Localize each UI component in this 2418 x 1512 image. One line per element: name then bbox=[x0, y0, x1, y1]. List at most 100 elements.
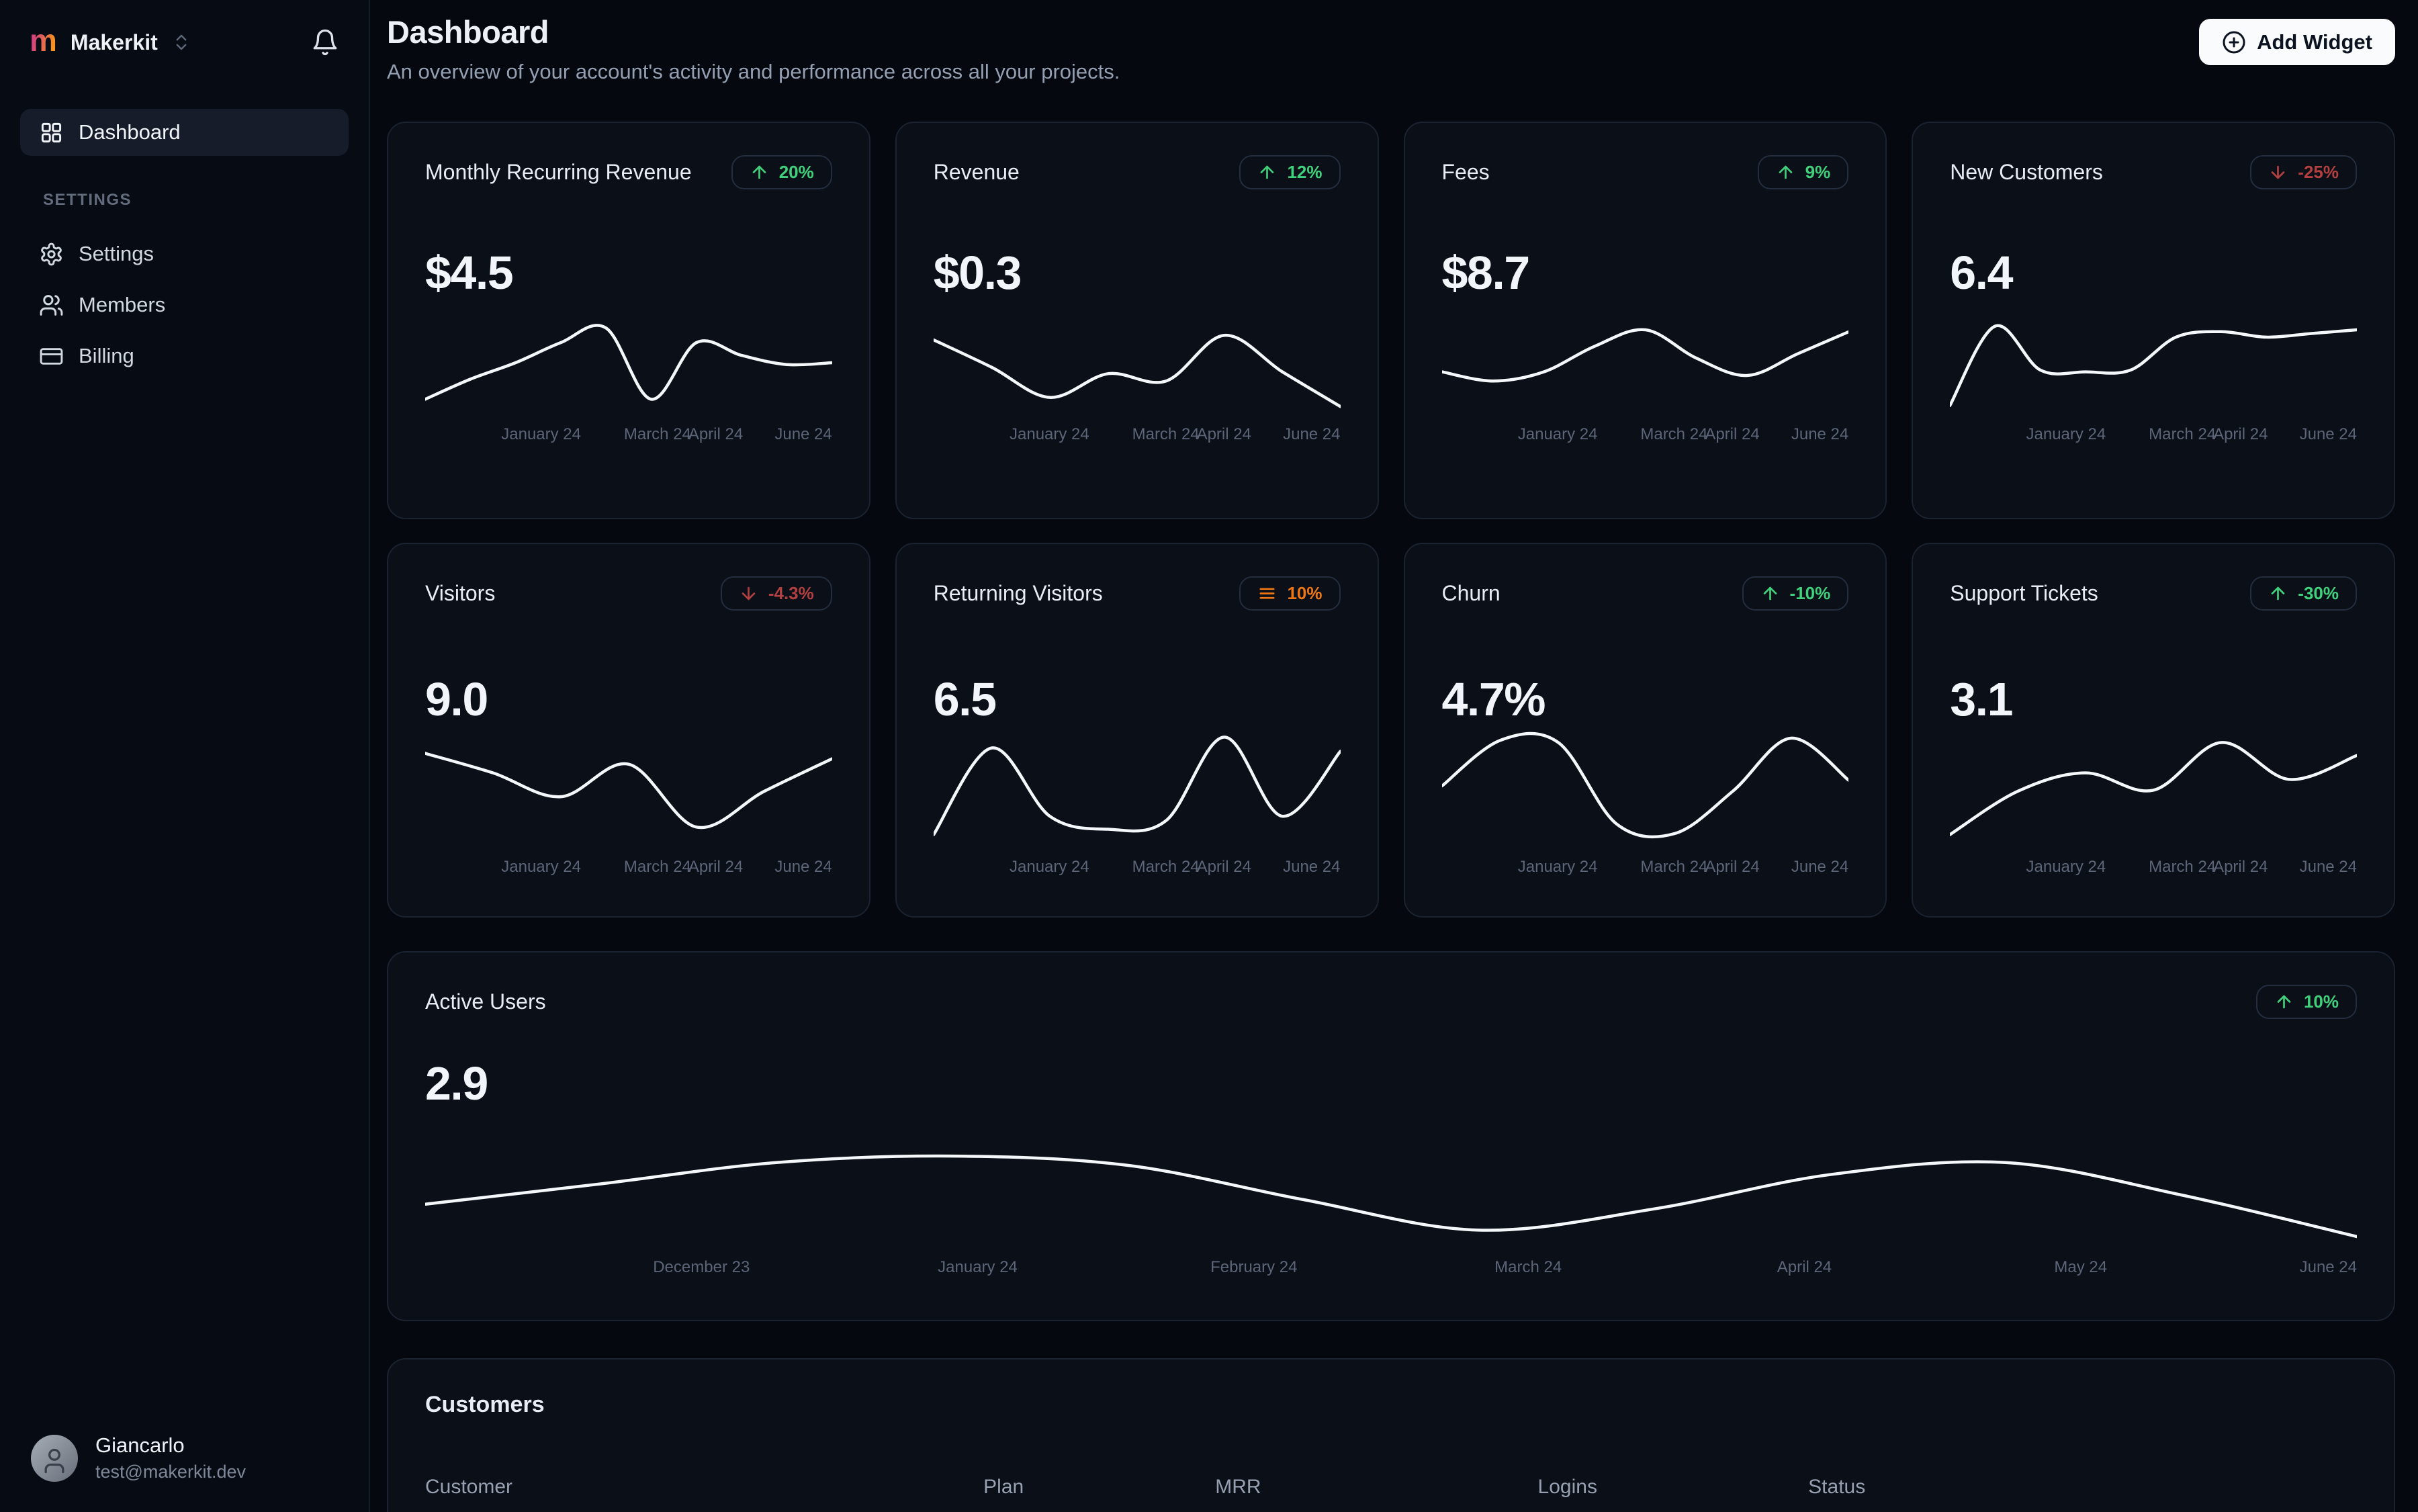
menu-icon bbox=[1257, 584, 1277, 603]
sidebar-item-label: Members bbox=[79, 293, 166, 316]
sidebar-item-settings[interactable]: Settings bbox=[20, 228, 349, 279]
axis-label: March 24 bbox=[623, 425, 691, 443]
axis-label: January 24 bbox=[1010, 425, 1089, 443]
stat-card-title: Fees bbox=[1441, 160, 1490, 184]
axis-label: June 24 bbox=[774, 425, 832, 443]
stat-card-title: New Customers bbox=[1950, 160, 2103, 184]
axis-label: January 24 bbox=[938, 1258, 1018, 1276]
trend-badge: 10% bbox=[2255, 985, 2357, 1019]
axis-label: April 24 bbox=[688, 425, 744, 443]
user-menu[interactable]: Giancarlo test@makerkit.dev bbox=[0, 1405, 369, 1512]
axis-label: March 24 bbox=[1132, 858, 1200, 876]
user-name: Giancarlo bbox=[95, 1433, 185, 1457]
arrow-down-icon bbox=[739, 584, 758, 603]
axis-label: December 23 bbox=[653, 1258, 750, 1276]
axis-label: January 24 bbox=[1010, 858, 1089, 876]
trend-badge-value: 10% bbox=[2303, 991, 2339, 1012]
add-widget-button[interactable]: Add Widget bbox=[2199, 19, 2395, 65]
sparkline-chart: January 24 March 24 April 24 June 24 bbox=[1950, 726, 2357, 878]
axis-label: June 24 bbox=[2299, 425, 2357, 443]
axis-label: April 24 bbox=[1777, 1258, 1832, 1276]
axis-label: April 24 bbox=[2213, 858, 2268, 876]
trend-badge: -25% bbox=[2250, 155, 2357, 189]
sidebar-item-dashboard[interactable]: Dashboard bbox=[20, 109, 349, 156]
axis-label: March 24 bbox=[1640, 425, 1708, 443]
trend-badge-value: 12% bbox=[1287, 162, 1323, 183]
column-header-mrr: MRR bbox=[1215, 1476, 1261, 1498]
trend-badge: 10% bbox=[1239, 576, 1341, 611]
axis-label: April 24 bbox=[688, 858, 744, 876]
stat-card-value: $8.7 bbox=[1441, 247, 1531, 299]
stat-card-returning-visitors: Returning Visitors 10% 6.5 January 24 Mar… bbox=[895, 543, 1379, 918]
trend-badge-value: 10% bbox=[1287, 583, 1323, 604]
stat-card-revenue: Revenue 12% $0.3 January 24 March 24 April… bbox=[895, 122, 1379, 519]
axis-label: April 24 bbox=[1705, 425, 1760, 443]
axis-label: May 24 bbox=[2054, 1258, 2108, 1276]
axis-label: June 24 bbox=[2299, 858, 2357, 876]
axis-label: February 24 bbox=[1210, 1258, 1298, 1276]
column-header-customer: Customer bbox=[425, 1476, 513, 1498]
axis-label: January 24 bbox=[2026, 425, 2106, 443]
sparkline-chart: January 24 March 24 April 24 June 24 bbox=[425, 312, 832, 445]
x-axis-labels: January 24 March 24 April 24 June 24 bbox=[425, 858, 832, 878]
arrow-down-icon bbox=[2268, 163, 2288, 182]
sidebar-item-members[interactable]: Members bbox=[20, 279, 349, 330]
arrow-up-icon bbox=[1257, 163, 1277, 182]
sparkline-chart: January 24 March 24 April 24 June 24 bbox=[1950, 312, 2357, 445]
axis-label: January 24 bbox=[2026, 858, 2106, 876]
axis-label: March 24 bbox=[1494, 1258, 1562, 1276]
stat-card-visitors: Visitors -4.3% 9.0 January 24 March 24 Apr… bbox=[387, 543, 870, 918]
main-content: Dashboard An overview of your account's … bbox=[370, 0, 2418, 1512]
stat-card-value: 9.0 bbox=[425, 673, 488, 725]
axis-label: January 24 bbox=[1517, 425, 1598, 443]
axis-label: January 24 bbox=[501, 425, 581, 443]
customers-table-header: Customer Plan MRR Logins Status bbox=[425, 1476, 2357, 1512]
stat-card-fees: Fees 9% $8.7 January 24 March 24 April 24 J… bbox=[1403, 122, 1887, 519]
add-widget-label: Add Widget bbox=[2257, 30, 2372, 54]
stat-card-value: 4.7% bbox=[1441, 673, 1546, 725]
stat-card-value: $0.3 bbox=[933, 247, 1022, 299]
sidebar: m Makerkit Dashboard SETTINGS Settings M… bbox=[0, 0, 370, 1512]
column-header-logins: Logins bbox=[1537, 1476, 1597, 1498]
axis-label: January 24 bbox=[501, 858, 581, 876]
arrow-up-icon bbox=[1776, 163, 1795, 182]
trend-badge: -10% bbox=[1742, 576, 1849, 611]
trend-badge-value: 9% bbox=[1805, 162, 1831, 183]
sparkline-chart: January 24 March 24 April 24 June 24 bbox=[1442, 312, 1849, 445]
trend-badge-value: -10% bbox=[1789, 583, 1831, 604]
stat-cards-row-2: Visitors -4.3% 9.0 January 24 March 24 Apr… bbox=[387, 543, 2395, 918]
stat-card-value: 3.1 bbox=[1950, 673, 2013, 725]
page-title: Dashboard bbox=[387, 14, 549, 50]
axis-label: April 24 bbox=[2213, 425, 2268, 443]
axis-label: June 24 bbox=[1791, 858, 1849, 876]
axis-label: June 24 bbox=[1791, 425, 1849, 443]
credit-card-icon bbox=[39, 344, 64, 369]
axis-label: March 24 bbox=[1640, 858, 1708, 876]
axis-label: April 24 bbox=[1196, 858, 1251, 876]
stat-card-value: $4.5 bbox=[425, 247, 514, 299]
x-axis-labels: December 23 January 24 February 24 March 24… bbox=[425, 1258, 2357, 1278]
sidebar-item-label: Dashboard bbox=[79, 120, 181, 144]
users-icon bbox=[39, 293, 64, 318]
stat-card-support-tickets: Support Tickets -30% 3.1 January 24 March… bbox=[1912, 543, 2395, 918]
stat-card-monthly-recurring-revenue: Monthly Recurring Revenue 20% $4.5 Janua… bbox=[387, 122, 870, 519]
gear-icon bbox=[39, 242, 64, 267]
arrow-up-icon bbox=[1760, 584, 1780, 603]
x-axis-labels: January 24 March 24 April 24 June 24 bbox=[1950, 858, 2358, 878]
stat-card-title: Active Users bbox=[425, 989, 546, 1014]
stat-card-new-customers: New Customers -25% 6.4 January 24 March 2… bbox=[1912, 122, 2395, 519]
trend-badge: 12% bbox=[1239, 155, 1341, 189]
trend-badge-value: 20% bbox=[778, 162, 814, 183]
notifications-button[interactable] bbox=[311, 28, 339, 56]
sparkline-chart: December 23 January 24 February 24 March 24… bbox=[425, 1144, 2357, 1278]
sidebar-item-billing[interactable]: Billing bbox=[20, 330, 349, 382]
x-axis-labels: January 24 March 24 April 24 June 24 bbox=[1950, 425, 2358, 445]
brand-name: Makerkit bbox=[70, 30, 158, 54]
sidebar-item-label: Billing bbox=[79, 344, 134, 367]
trend-badge: 9% bbox=[1757, 155, 1849, 189]
avatar bbox=[31, 1434, 78, 1482]
workspace-selector[interactable]: m Makerkit bbox=[30, 25, 191, 58]
trend-badge: -30% bbox=[2250, 576, 2357, 611]
stat-card-title: Support Tickets bbox=[1950, 581, 2098, 605]
column-header-plan: Plan bbox=[983, 1476, 1024, 1498]
